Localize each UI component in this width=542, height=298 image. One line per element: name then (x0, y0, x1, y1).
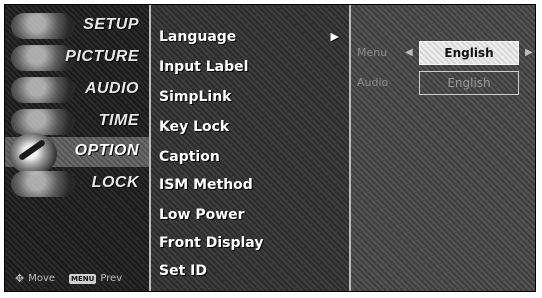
category-setup[interactable]: SETUP (5, 11, 149, 41)
submenu-arrow-icon: ▶ (330, 30, 339, 43)
menu-item-ism-method[interactable]: ISM Method (159, 171, 339, 199)
category-option[interactable]: OPTION (5, 133, 149, 175)
category-label: TIME (98, 112, 139, 129)
submenu-row-menu-language[interactable]: Menu ◀ English ▶ (357, 41, 533, 67)
menu-language-value[interactable]: English (419, 41, 519, 65)
menu-item-simplink[interactable]: SimpLink (159, 83, 339, 111)
move-arrows-icon: ✥ (15, 272, 25, 285)
menu-item-label: ISM Method (159, 177, 253, 193)
category-column: SETUP PICTURE AUDIO TIME OPTION LOCK ✥ M… (5, 5, 149, 291)
menu-item-label: Low Power (159, 207, 245, 223)
left-arrow-icon[interactable]: ◀ (405, 47, 413, 58)
category-label: AUDIO (84, 80, 139, 97)
navigation-hint: ✥ Move MENU Prev (15, 272, 122, 285)
submenu-row-label: Menu (357, 46, 388, 59)
menu-item-label: Language (159, 29, 237, 45)
category-picture[interactable]: PICTURE (5, 43, 149, 73)
menu-item-caption[interactable]: Caption (159, 143, 339, 171)
tv-osd-screen: SETUP PICTURE AUDIO TIME OPTION LOCK ✥ M… (4, 4, 536, 292)
category-label: OPTION (74, 142, 139, 159)
menu-item-label: SimpLink (159, 89, 232, 105)
move-hint-label: Move (28, 273, 56, 284)
menu-item-language[interactable]: Language ▶ (153, 23, 347, 51)
category-time[interactable]: TIME (5, 107, 149, 137)
menu-item-label: Input Label (159, 59, 249, 75)
audio-disc-icon (11, 77, 75, 103)
category-label: PICTURE (65, 48, 139, 65)
audio-language-value[interactable]: English (419, 71, 519, 95)
setup-disc-icon (11, 13, 75, 39)
time-disc-icon (11, 109, 75, 135)
language-submenu: Menu ◀ English ▶ Audio English (351, 5, 535, 291)
right-arrow-icon[interactable]: ▶ (525, 47, 533, 58)
menu-item-front-display[interactable]: Front Display (159, 229, 339, 257)
category-audio[interactable]: AUDIO (5, 75, 149, 105)
menu-item-label: Set ID (159, 263, 207, 279)
prev-hint-label: Prev (100, 273, 123, 284)
category-label: SETUP (83, 16, 139, 33)
category-label: LOCK (91, 174, 139, 191)
menu-item-input-label[interactable]: Input Label (159, 53, 339, 81)
option-menu: Language ▶ Input Label SimpLink Key Lock… (149, 5, 351, 291)
lock-disc-icon (11, 171, 75, 197)
menu-item-key-lock[interactable]: Key Lock (159, 113, 339, 141)
menu-item-low-power[interactable]: Low Power (159, 201, 339, 229)
menu-item-label: Key Lock (159, 119, 230, 135)
category-lock[interactable]: LOCK (5, 169, 149, 199)
submenu-row-label: Audio (357, 76, 389, 89)
menu-item-set-id[interactable]: Set ID (159, 257, 339, 285)
submenu-row-audio-language[interactable]: Audio English (357, 71, 531, 97)
menu-item-label: Caption (159, 149, 220, 165)
menu-item-label: Front Display (159, 235, 264, 251)
menu-key-icon: MENU (69, 273, 97, 284)
